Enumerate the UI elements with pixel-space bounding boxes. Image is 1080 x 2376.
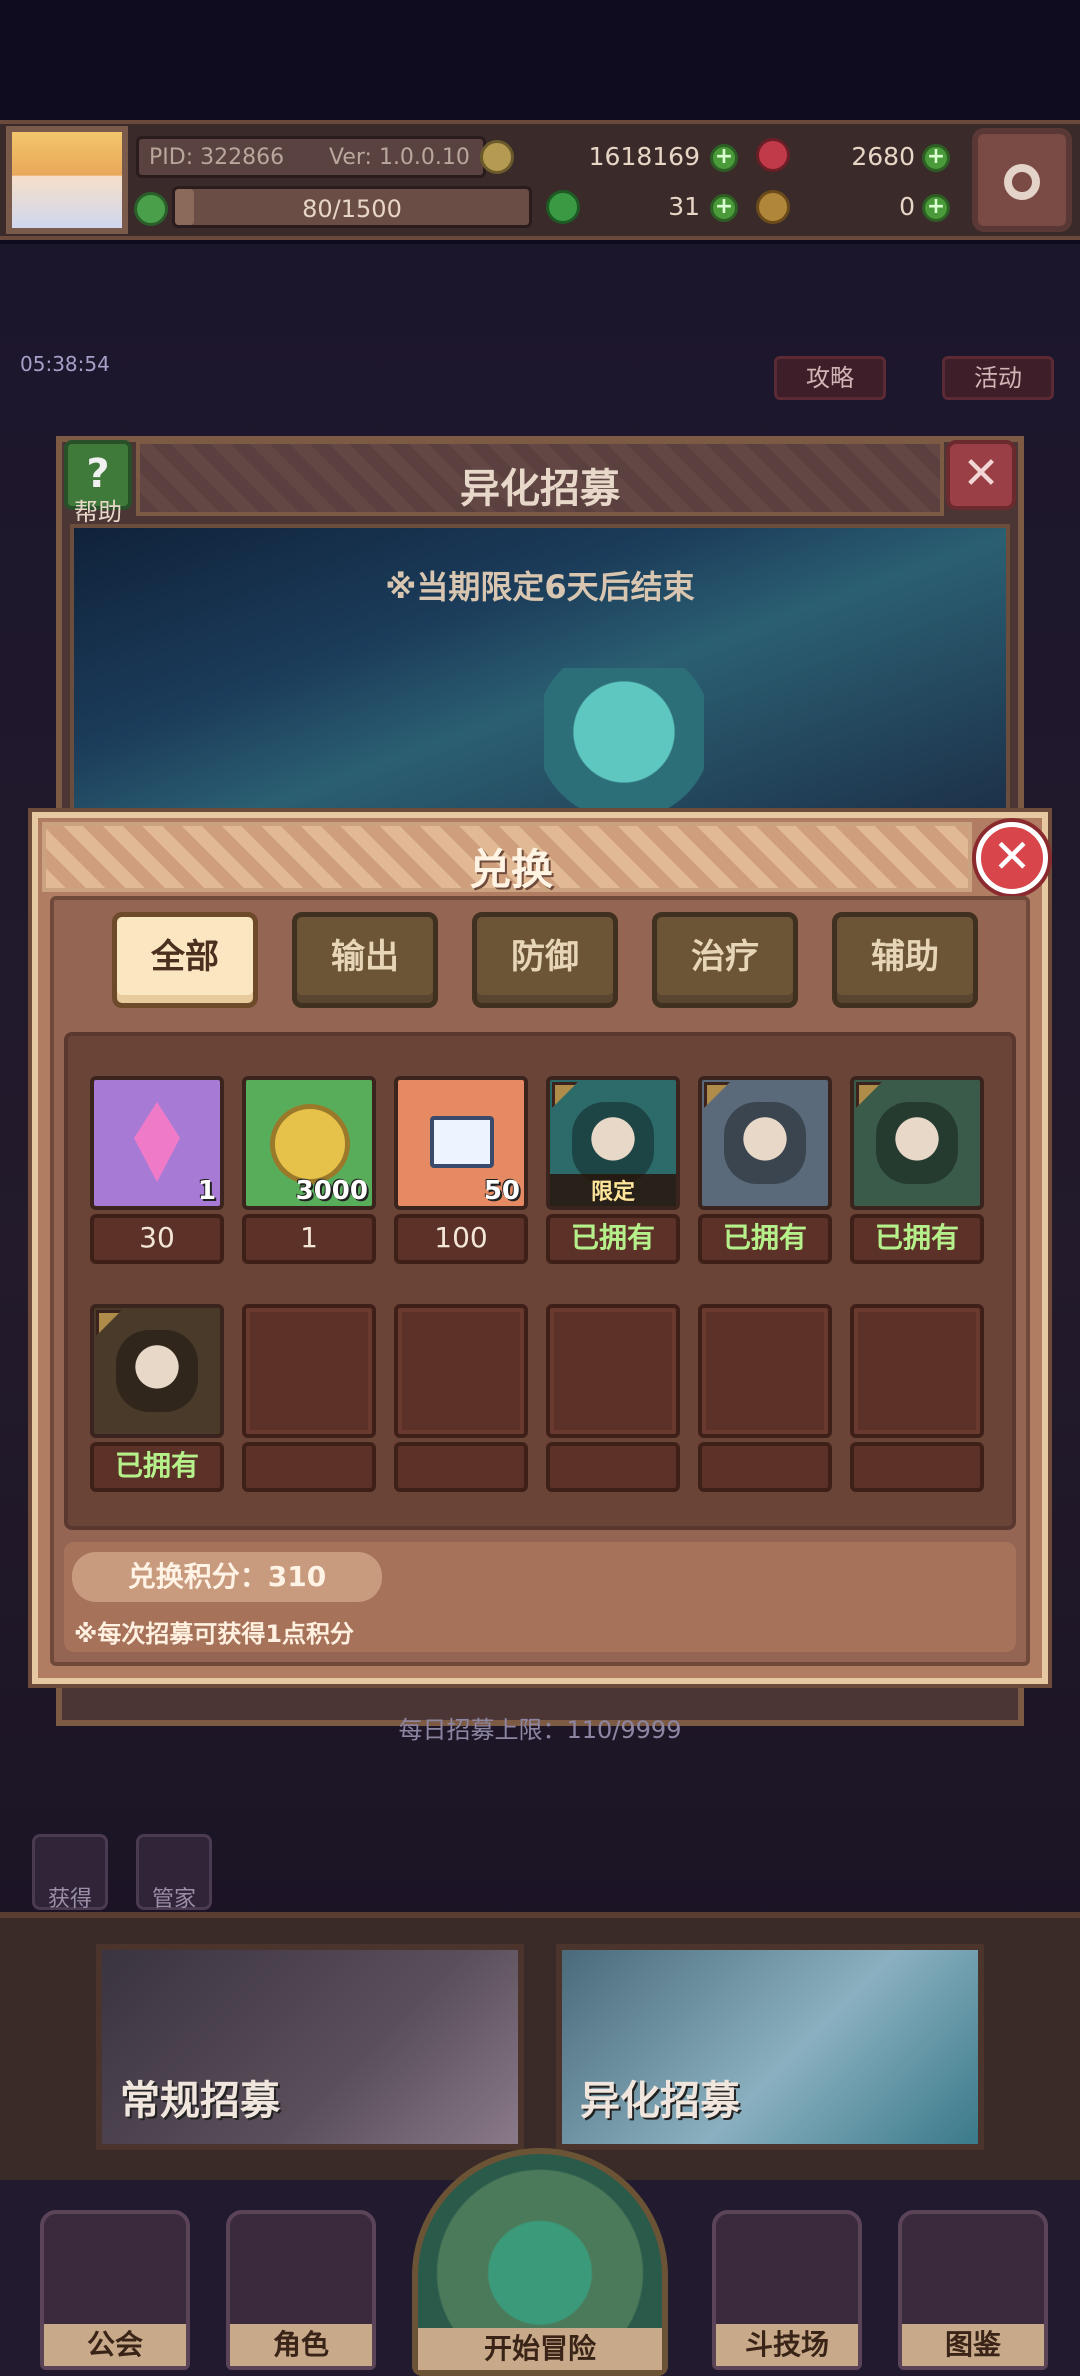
tab-support[interactable]: 辅助 xyxy=(832,912,978,1008)
empty-label-bar xyxy=(242,1442,376,1492)
player-id: PID: 322866 xyxy=(149,145,285,170)
owned-label: 已拥有 xyxy=(698,1214,832,1264)
close-icon[interactable]: ✕ xyxy=(976,822,1048,894)
limited-time-note: ※当期限定6天后结束 xyxy=(385,568,695,606)
add-key-button[interactable]: + xyxy=(922,194,950,222)
coin-item-slot[interactable]: 3000 xyxy=(242,1076,376,1210)
limited-tag: 限定 xyxy=(550,1174,676,1206)
nav-guild-label: 公会 xyxy=(44,2324,186,2366)
character-portrait xyxy=(572,1102,654,1184)
role-corner-icon xyxy=(704,1082,730,1108)
key-icon xyxy=(756,190,790,224)
stamina-bar: 80/1500 xyxy=(172,186,532,228)
item-quantity: 3000 xyxy=(295,1176,368,1206)
tab-all[interactable]: 全部 xyxy=(112,912,258,1008)
nav-guild[interactable]: 公会 xyxy=(40,2210,190,2370)
exchange-cost-label: 30 xyxy=(90,1214,224,1264)
settings-button[interactable] xyxy=(972,128,1072,232)
empty-item-slot xyxy=(698,1304,832,1438)
key-value: 0 xyxy=(899,192,915,221)
special-recruit-title-bar: 异化招募 xyxy=(136,440,944,516)
start-adventure-label: 开始冒险 xyxy=(418,2328,662,2370)
role-corner-icon xyxy=(96,1310,122,1336)
nav-character-label: 角色 xyxy=(230,2324,372,2366)
exchange-points: 兑换积分：310 xyxy=(72,1552,382,1602)
event-button[interactable]: 活动 xyxy=(942,356,1054,400)
empty-label-bar xyxy=(850,1442,984,1492)
stamina-text: 80/1500 xyxy=(302,195,402,223)
character-portrait xyxy=(724,1102,806,1184)
butler-button[interactable]: 管家 xyxy=(136,1834,212,1912)
gem-value: 2680 xyxy=(851,142,915,171)
clover-value: 31 xyxy=(668,192,700,221)
item-quantity: 50 xyxy=(483,1176,520,1206)
gold-coin-icon xyxy=(480,140,514,174)
banner-character-image xyxy=(544,668,704,828)
exchange-cost-label: 100 xyxy=(394,1214,528,1264)
special-recruit-title: 异化招募 xyxy=(460,466,620,512)
item-quantity: 1 xyxy=(197,1176,216,1206)
nav-codex-label: 图鉴 xyxy=(902,2324,1044,2366)
special-recruit-card[interactable]: 异化招募 xyxy=(556,1944,984,2150)
gear-icon xyxy=(1004,164,1040,200)
clover-icon xyxy=(546,190,580,224)
character-item-slot[interactable] xyxy=(850,1076,984,1210)
normal-recruit-card[interactable]: 常规招募 xyxy=(96,1944,524,2150)
close-icon[interactable]: ✕ xyxy=(946,440,1016,510)
points-box: 兑换积分：310 ※每次招募可获得1点积分 xyxy=(64,1542,1016,1652)
role-corner-icon xyxy=(856,1082,882,1108)
event-timer: 05:38:54 xyxy=(20,352,110,376)
exchange-cost-label: 1 xyxy=(242,1214,376,1264)
character-item-slot[interactable] xyxy=(698,1076,832,1210)
character-portrait xyxy=(876,1102,958,1184)
add-clover-button[interactable]: + xyxy=(710,194,738,222)
crystal-item-slot[interactable]: 1 xyxy=(90,1076,224,1210)
tab-heal[interactable]: 治疗 xyxy=(652,912,798,1008)
exchange-modal: 兑换 ✕ 全部 输出 防御 治疗 辅助 1 30 3000 1 50 100 限定 已拥有 已拥… xyxy=(32,812,1048,1684)
nav-character[interactable]: 角色 xyxy=(226,2210,376,2370)
version-label: Ver: 1.0.0.10 xyxy=(329,145,470,170)
nav-arena-label: 斗技场 xyxy=(716,2324,858,2366)
add-gold-button[interactable]: + xyxy=(710,144,738,172)
daily-recruit-limit: 每日招募上限：110/9999 xyxy=(398,1716,682,1744)
nav-codex[interactable]: 图鉴 xyxy=(898,2210,1048,2370)
guide-button[interactable]: 攻略 xyxy=(774,356,886,400)
exchange-title: 兑换 xyxy=(468,845,553,894)
player-avatar[interactable] xyxy=(6,126,128,234)
obtain-button[interactable]: 获得 xyxy=(32,1834,108,1912)
ticket-icon xyxy=(430,1116,494,1168)
empty-item-slot xyxy=(546,1304,680,1438)
special-recruit-label: 异化招募 xyxy=(580,2078,740,2124)
role-corner-icon xyxy=(552,1082,578,1108)
exchange-item-grid: 1 30 3000 1 50 100 限定 已拥有 已拥有 已拥有 已拥有 xyxy=(64,1032,1016,1530)
empty-label-bar xyxy=(546,1442,680,1492)
tab-defense[interactable]: 防御 xyxy=(472,912,618,1008)
character-item-slot[interactable] xyxy=(90,1304,224,1438)
empty-item-slot xyxy=(850,1304,984,1438)
empty-label-bar xyxy=(394,1442,528,1492)
owned-label: 已拥有 xyxy=(850,1214,984,1264)
normal-recruit-label: 常规招募 xyxy=(120,2078,280,2124)
character-item-slot[interactable]: 限定 xyxy=(546,1076,680,1210)
id-version-box: PID: 322866 Ver: 1.0.0.10 xyxy=(136,136,486,178)
gold-coin-icon xyxy=(270,1104,350,1184)
tab-output[interactable]: 输出 xyxy=(292,912,438,1008)
owned-label: 已拥有 xyxy=(546,1214,680,1264)
empty-item-slot xyxy=(242,1304,376,1438)
empty-item-slot xyxy=(394,1304,528,1438)
crystal-icon xyxy=(134,1102,180,1182)
nav-arena[interactable]: 斗技场 xyxy=(712,2210,862,2370)
empty-label-bar xyxy=(698,1442,832,1492)
recruit-banner: ※当期限定6天后结束 xyxy=(70,524,1010,828)
gold-value: 1618169 xyxy=(588,142,700,171)
owned-label: 已拥有 xyxy=(90,1442,224,1492)
exchange-title-bar: 兑换 xyxy=(42,822,972,894)
gem-icon xyxy=(756,138,790,172)
help-label: 帮助 xyxy=(74,498,122,526)
add-gem-button[interactable]: + xyxy=(922,144,950,172)
stamina-icon xyxy=(134,192,168,226)
points-note: ※每次招募可获得1点积分 xyxy=(74,1620,355,1648)
ticket-item-slot[interactable]: 50 xyxy=(394,1076,528,1210)
character-portrait xyxy=(116,1330,198,1412)
